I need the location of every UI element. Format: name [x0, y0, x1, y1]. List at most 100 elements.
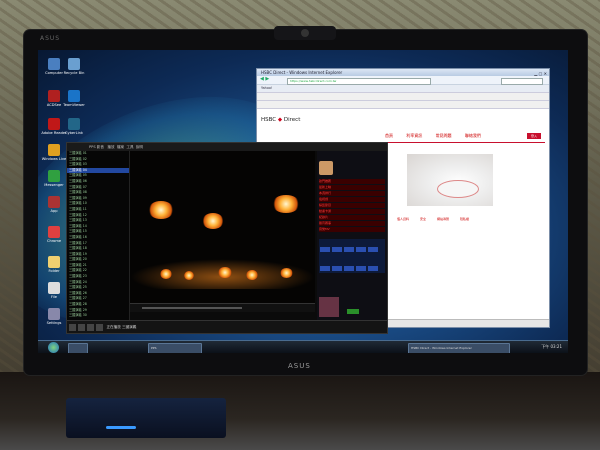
- user-avatar[interactable]: [319, 161, 333, 175]
- seek-bar[interactable]: [130, 303, 315, 312]
- next-icon[interactable]: [87, 323, 95, 331]
- torch-flame: [202, 213, 224, 229]
- side-list-item[interactable]: 本週排行: [319, 191, 385, 196]
- torch-flame: [280, 268, 293, 278]
- side-list-item[interactable]: 體育賽事: [319, 221, 385, 226]
- yahoo-toolbar[interactable]: Yahoo!: [257, 85, 549, 93]
- footer-link[interactable]: 個人資料: [397, 217, 409, 221]
- volume-icon[interactable]: [96, 323, 104, 331]
- desktop-icon-label: TeamViewer: [63, 103, 85, 107]
- seek-track[interactable]: [142, 307, 242, 309]
- address-input[interactable]: https://www.hsbcdirect.com.tw: [287, 77, 431, 85]
- player-menu-item[interactable]: 說明: [136, 145, 143, 149]
- torch-flame: [272, 195, 300, 213]
- hero-mouse-image: [407, 154, 493, 206]
- player-side-panel: 熱門推薦 最新上映 本週排行 電視劇 綜藝節目 動畫卡通 紀錄片 體育賽事 音樂MV: [317, 151, 387, 321]
- torch-flame: [218, 267, 232, 278]
- taskbar-item[interactable]: PPS: [148, 343, 202, 353]
- category-button[interactable]: [320, 247, 330, 252]
- desktop-icon-label: App: [50, 209, 58, 213]
- category-button[interactable]: [344, 266, 354, 271]
- play-icon[interactable]: [69, 323, 77, 331]
- nav-item[interactable]: 聯絡我們: [465, 133, 481, 138]
- login-button[interactable]: 登入: [527, 133, 541, 139]
- desktop-icon-label: Windows Live: [41, 157, 67, 161]
- clock[interactable]: 下午 03:21: [541, 344, 562, 350]
- category-button[interactable]: [332, 266, 342, 271]
- desktop-icon[interactable]: [48, 58, 60, 70]
- playlist[interactable]: 三國演義 01 三國演義 02 三國演義 03 三國演義 04 三國演義 05 三國演義 …: [67, 151, 130, 323]
- player-controls: 正在播放 三國演義: [67, 320, 387, 333]
- command-bar: [257, 93, 549, 101]
- start-orb-icon[interactable]: [48, 342, 59, 353]
- desktop-icon[interactable]: [48, 308, 60, 320]
- video-area[interactable]: [130, 151, 315, 303]
- player-menu: PPS 影音 播放 檔案 工具 說明: [67, 143, 387, 151]
- back-icon[interactable]: ◀ ▶: [260, 76, 269, 82]
- player-menu-item[interactable]: 檔案: [117, 145, 124, 149]
- monitor-brand: ASUS: [288, 362, 311, 370]
- category-button[interactable]: [344, 247, 354, 252]
- side-list-item[interactable]: 熱門推薦: [319, 179, 385, 184]
- desktop-icon[interactable]: [68, 118, 80, 130]
- player-menu-item[interactable]: 播放: [107, 145, 114, 149]
- taskbar: PPS HSBC Direct - Windows Internet Explo…: [38, 340, 568, 353]
- hsbc-logo-suffix: Direct: [283, 117, 301, 123]
- player-menu-item[interactable]: 工具: [126, 145, 133, 149]
- side-list-item[interactable]: 音樂MV: [319, 227, 385, 232]
- ad-thumbnail[interactable]: [319, 297, 339, 317]
- side-list-item[interactable]: 紀錄片: [319, 215, 385, 220]
- nav-item[interactable]: 利率資訊: [406, 133, 422, 138]
- category-button[interactable]: [320, 266, 330, 271]
- nav-divider: [377, 142, 545, 143]
- playlist-item[interactable]: 三國演義 30: [67, 313, 129, 319]
- category-button[interactable]: [368, 247, 378, 252]
- side-list-item[interactable]: 電視劇: [319, 197, 385, 202]
- desktop-icon[interactable]: [48, 256, 60, 268]
- desktop-icon[interactable]: [68, 90, 80, 102]
- footer-link[interactable]: 網站導覽: [437, 217, 449, 221]
- desktop-icon-label: Chrome: [46, 239, 62, 243]
- category-button[interactable]: [368, 266, 378, 271]
- torch-flame: [148, 201, 174, 219]
- desktop-icon[interactable]: [48, 170, 60, 182]
- webcam-lens: [301, 29, 309, 37]
- desktop-icon[interactable]: [68, 58, 80, 70]
- desktop-icon[interactable]: [48, 90, 60, 102]
- monitor-top-logo: ASUS: [40, 35, 61, 42]
- browser-title: HSBC Direct - Windows Internet Explorer: [261, 70, 343, 75]
- quicklaunch[interactable]: [68, 343, 88, 353]
- mouse-shape: [437, 180, 479, 198]
- category-button[interactable]: [332, 247, 342, 252]
- taskbar-item[interactable]: HSBC Direct - Windows Internet Explorer: [408, 343, 510, 353]
- desktop-icon-label: Messenger: [44, 183, 64, 187]
- keyboard: [66, 398, 226, 438]
- category-button[interactable]: [356, 247, 366, 252]
- nav-item[interactable]: 常見問題: [436, 133, 452, 138]
- desktop-icon-label: CyberLink: [65, 131, 83, 135]
- footer-link[interactable]: 安全: [420, 217, 426, 221]
- torch-flame: [184, 271, 194, 280]
- desktop-icon-label: Recycle Bin: [63, 71, 85, 75]
- hsbc-hexagon-icon: ◆: [277, 117, 283, 123]
- side-list-item[interactable]: 動畫卡通: [319, 209, 385, 214]
- desktop-icon[interactable]: [48, 144, 60, 156]
- search-input[interactable]: [501, 77, 543, 85]
- go-button[interactable]: [347, 309, 359, 314]
- desktop-icon[interactable]: [48, 118, 60, 130]
- desktop-icon-label: File: [50, 295, 57, 299]
- desktop-icon[interactable]: [48, 282, 60, 294]
- tab-bar[interactable]: [257, 101, 549, 109]
- site-nav: 首頁 利率資訊 常見問題 聯絡我們: [385, 133, 493, 139]
- side-list-item[interactable]: 最新上映: [319, 185, 385, 190]
- hsbc-logo[interactable]: HSBC ◆ Direct: [261, 117, 300, 123]
- side-list-item[interactable]: 綜藝節目: [319, 203, 385, 208]
- footer-link[interactable]: 隱私權: [460, 217, 469, 221]
- media-player-window[interactable]: PPS 影音 播放 檔案 工具 說明 三國演義 01 三國演義 02 三國演義 03…: [66, 142, 388, 334]
- nav-item[interactable]: 首頁: [385, 133, 393, 138]
- desktop-icon[interactable]: [48, 196, 60, 208]
- desktop-icon[interactable]: [48, 226, 60, 238]
- category-button[interactable]: [356, 266, 366, 271]
- stop-icon[interactable]: [78, 323, 86, 331]
- category-grid[interactable]: [319, 239, 385, 273]
